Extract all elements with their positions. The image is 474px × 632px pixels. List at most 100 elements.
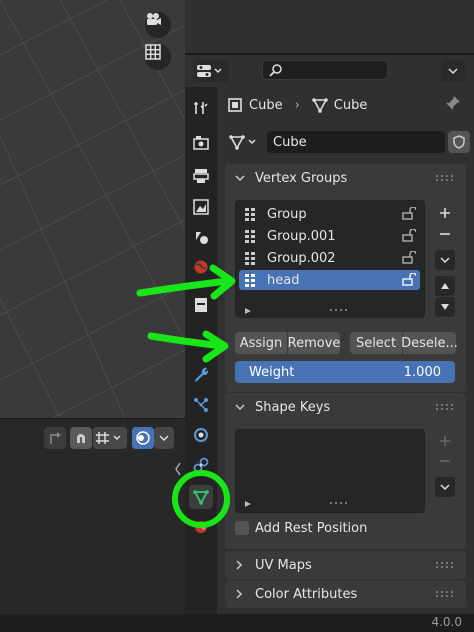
mesh-data-icon	[311, 98, 328, 113]
assign-button[interactable]: Assign	[235, 332, 287, 354]
arrow-up-icon	[441, 283, 449, 289]
drag-grip-icon[interactable]	[436, 591, 454, 597]
add-rest-position-label: Add Rest Position	[255, 521, 368, 536]
minus-icon	[440, 460, 450, 462]
vertex-group-list[interactable]: Group Group.001 Group.002 head	[235, 200, 425, 318]
tab-tool[interactable]	[189, 96, 213, 120]
proportional-falloff-dropdown[interactable]	[154, 427, 174, 449]
shield-icon	[453, 135, 465, 149]
vertex-group-name: Group.001	[267, 228, 336, 244]
vertex-group-name: Group	[267, 206, 307, 222]
chevron-down-icon	[235, 175, 245, 182]
editor-type-button[interactable]	[193, 60, 229, 82]
filter-toggle-icon[interactable]	[244, 307, 252, 315]
list-item-selected[interactable]: head	[239, 270, 420, 290]
shape-key-specials-button[interactable]	[435, 477, 455, 497]
tab-output[interactable]	[189, 164, 213, 188]
filter-toggle-icon[interactable]	[244, 500, 252, 508]
toggle-ortho-button[interactable]	[145, 44, 171, 70]
breadcrumb-object: Cube	[249, 97, 283, 113]
chevron-down-icon	[448, 68, 458, 75]
constraints-icon	[193, 457, 209, 473]
weight-slider[interactable]: Weight 1.000	[235, 361, 455, 383]
snap-toggle-button[interactable]	[70, 427, 92, 449]
render-icon	[193, 136, 209, 150]
proportional-edit-button[interactable]	[132, 427, 154, 449]
drag-grip-icon[interactable]	[436, 175, 454, 181]
camera-icon	[147, 13, 161, 25]
breadcrumb: Cube › Cube	[227, 95, 367, 115]
transform-pivot-button[interactable]	[44, 427, 66, 449]
vertex-group-specials-button[interactable]	[435, 250, 455, 270]
search-input[interactable]	[262, 60, 388, 80]
world-icon	[194, 260, 208, 274]
browse-mesh-button[interactable]	[227, 131, 263, 153]
shape-keys-header[interactable]: Shape Keys	[225, 393, 466, 421]
version-label: 4.0.0	[431, 615, 462, 629]
uv-maps-header[interactable]: UV Maps	[225, 551, 466, 579]
move-up-button[interactable]	[435, 276, 455, 296]
chevron-right-icon	[236, 589, 243, 599]
status-bar: 4.0.0	[0, 614, 474, 632]
vertex-group-icon	[245, 230, 255, 243]
resize-grip-icon[interactable]	[330, 309, 348, 311]
grid-icon	[145, 44, 161, 60]
tab-world[interactable]	[189, 255, 213, 279]
chevron-down-icon	[235, 404, 245, 411]
snap-target-dropdown[interactable]	[93, 427, 127, 449]
particles-icon	[194, 398, 208, 412]
select-button[interactable]: Select	[350, 332, 402, 354]
shape-key-list[interactable]	[235, 429, 425, 513]
add-shape-key-button[interactable]	[435, 431, 455, 451]
magnet-icon	[77, 434, 85, 443]
drag-grip-icon[interactable]	[436, 404, 454, 410]
mesh-data-selector: Cube	[223, 131, 470, 153]
tab-particles[interactable]	[189, 393, 213, 417]
weight-label: Weight	[249, 364, 295, 380]
add-rest-position-checkbox[interactable]	[235, 521, 249, 535]
pin-button[interactable]	[445, 95, 465, 115]
list-item[interactable]: Group.001	[239, 226, 420, 246]
tab-scene[interactable]	[189, 225, 213, 249]
minus-icon	[440, 233, 450, 235]
plus-icon	[440, 208, 450, 218]
fake-user-button[interactable]	[448, 131, 470, 153]
remove-shape-key-button[interactable]	[435, 451, 455, 471]
mesh-name-field[interactable]: Cube	[267, 131, 445, 153]
tab-physics[interactable]	[189, 423, 213, 447]
properties-panel: Cube › Cube Cube Vertex Groups Group Gro…	[217, 87, 474, 614]
lock-icon[interactable]	[402, 251, 416, 264]
tab-view-layer[interactable]	[189, 195, 213, 219]
vertex-groups-header[interactable]: Vertex Groups	[225, 164, 466, 192]
tab-material[interactable]	[189, 515, 213, 539]
blender-window: Cube › Cube Cube Vertex Groups Group Gro…	[0, 0, 474, 632]
remove-vertex-group-button[interactable]	[435, 224, 455, 244]
drag-grip-icon[interactable]	[436, 562, 454, 568]
tab-modifiers[interactable]	[189, 362, 213, 386]
chevron-down-icon	[440, 257, 450, 264]
remove-button[interactable]: Remove	[288, 332, 340, 354]
lock-icon[interactable]	[402, 207, 416, 220]
tab-render[interactable]	[189, 131, 213, 155]
color-attributes-header[interactable]: Color Attributes	[225, 580, 466, 608]
list-item[interactable]: Group.002	[239, 248, 420, 268]
move-down-button[interactable]	[435, 297, 455, 317]
tab-mesh-data[interactable]	[189, 485, 213, 509]
3d-viewport[interactable]	[0, 0, 185, 418]
lock-icon[interactable]	[402, 273, 416, 286]
tab-collection[interactable]	[189, 293, 213, 317]
chevron-down-icon	[159, 435, 169, 442]
list-item[interactable]: Group	[239, 204, 420, 224]
lock-icon[interactable]	[402, 229, 416, 242]
modifier-icon	[195, 367, 209, 382]
resize-grip-icon[interactable]	[330, 502, 348, 504]
lower-editor	[0, 418, 185, 614]
region-toggle-icon[interactable]	[174, 462, 182, 476]
deselect-button[interactable]: Desele...	[401, 332, 458, 354]
header-options-button[interactable]	[441, 60, 465, 82]
uv-maps-title: UV Maps	[255, 557, 312, 573]
tab-constraints[interactable]	[189, 453, 213, 477]
vertex-group-icon	[245, 208, 255, 221]
add-vertex-group-button[interactable]	[435, 203, 455, 223]
camera-view-button[interactable]	[145, 12, 171, 38]
